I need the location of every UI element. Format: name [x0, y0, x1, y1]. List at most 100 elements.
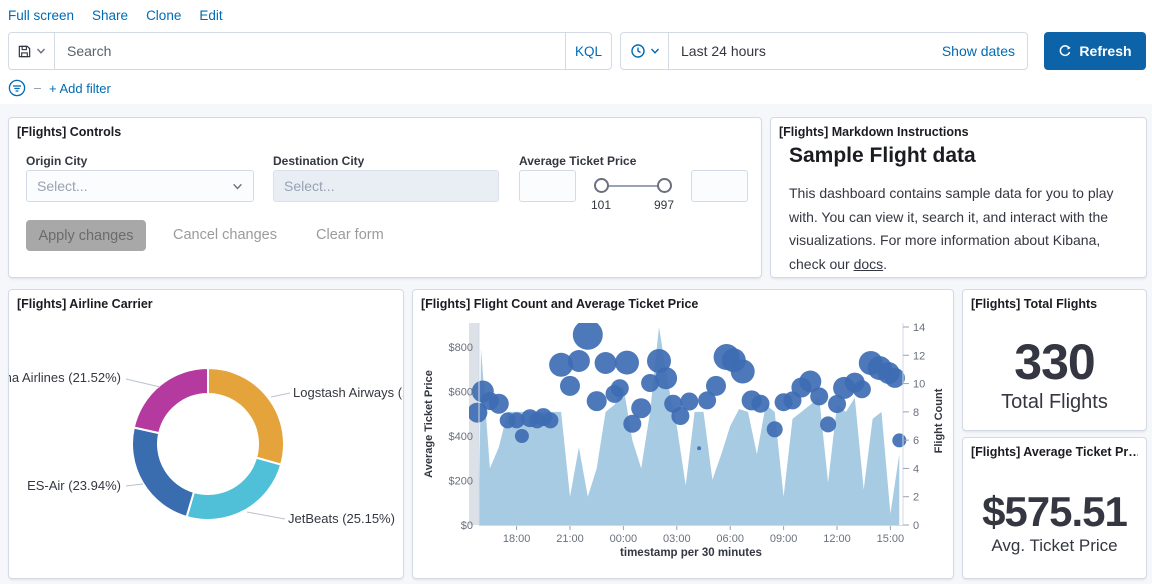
show-dates-button[interactable]: Show dates: [942, 43, 1027, 59]
price-bubble[interactable]: [587, 391, 607, 411]
time-picker: Last 24 hours Show dates: [620, 32, 1028, 70]
destination-city-select[interactable]: Select...: [273, 170, 499, 202]
y-left-tick-label: $800: [449, 342, 473, 354]
y-right-tick-label: 6: [913, 435, 919, 447]
destination-city-label: Destination City: [273, 154, 364, 168]
markdown-body: This dashboard contains sample data for …: [789, 182, 1137, 276]
price-bubble[interactable]: [595, 352, 617, 374]
price-bubble[interactable]: [611, 379, 629, 397]
x-tick-label: 03:00: [663, 533, 691, 545]
markdown-text: This dashboard contains sample data for …: [789, 185, 1114, 272]
price-bubble[interactable]: [767, 421, 783, 437]
price-max-value: 997: [644, 198, 684, 212]
refresh-button[interactable]: Refresh: [1044, 32, 1146, 70]
chevron-down-icon: [650, 46, 660, 56]
panel-title: [Flights] Average Ticket Pr…: [971, 444, 1138, 460]
quick-time-menu-button[interactable]: [621, 33, 669, 69]
avg-ticket-price-metric: $575.51 Avg. Ticket Price: [963, 468, 1146, 578]
price-bubble[interactable]: [655, 367, 677, 389]
donut-slice-label: Logstash Airways (29.39%): [293, 385, 404, 400]
filter-options-icon[interactable]: [8, 79, 26, 97]
price-bubble[interactable]: [697, 446, 701, 450]
price-bubble[interactable]: [853, 380, 871, 398]
y-right-tick-label: 4: [913, 463, 919, 475]
apply-changes-button[interactable]: Apply changes: [26, 220, 146, 251]
price-bubble[interactable]: [731, 360, 755, 384]
panel-title: [Flights] Flight Count and Average Ticke…: [421, 296, 945, 312]
price-bubble[interactable]: [752, 395, 770, 413]
y-left-tick-label: $600: [449, 387, 473, 399]
price-max-input[interactable]: [691, 170, 748, 202]
price-bubble[interactable]: [542, 412, 558, 428]
save-icon: [17, 44, 32, 59]
clone-link[interactable]: Clone: [146, 8, 181, 23]
price-bubble[interactable]: [568, 350, 590, 372]
search-input[interactable]: [55, 33, 565, 69]
donut-slice-ES-Air[interactable]: [132, 428, 194, 517]
price-range-slider-handle-max[interactable]: [657, 178, 672, 193]
filter-separator: [34, 88, 41, 89]
saved-query-menu-button[interactable]: [9, 33, 55, 69]
donut-slice-JetBeats[interactable]: [187, 458, 282, 520]
airline-carrier-donut-chart[interactable]: Logstash Airways (29.39%)JetBeats (25.15…: [9, 290, 404, 579]
price-bubble[interactable]: [631, 398, 651, 418]
query-bar: KQL Last 24 hours Show dates Refresh: [8, 32, 1146, 70]
panel-title: [Flights] Controls: [17, 124, 753, 140]
price-min-input[interactable]: [519, 170, 576, 202]
price-min-value: 101: [581, 198, 621, 212]
y-right-tick-label: 2: [913, 492, 919, 504]
clear-form-button[interactable]: Clear form: [316, 227, 384, 243]
y-right-axis-title: Flight Count: [933, 388, 945, 453]
x-tick-label: 21:00: [556, 533, 584, 545]
x-tick-label: 06:00: [716, 533, 744, 545]
y-left-tick-label: $200: [449, 476, 473, 488]
x-axis-title: timestamp per 30 minutes: [620, 547, 762, 559]
y-left-tick-label: $0: [461, 520, 473, 532]
markdown-text-end: .: [883, 256, 887, 272]
donut-slice-label: ES-Air (23.94%): [27, 478, 121, 493]
panel-average-ticket-price: [Flights] Average Ticket Pr… $575.51 Avg…: [962, 437, 1147, 579]
total-flights-value: 330: [1014, 336, 1094, 389]
docs-link[interactable]: docs: [854, 256, 884, 272]
flight-count-price-chart[interactable]: $0$200$400$600$8000246810121418:0021:000…: [413, 290, 954, 579]
filter-bar: + Add filter: [8, 79, 111, 97]
origin-city-label: Origin City: [26, 154, 87, 168]
search-box: KQL: [8, 32, 612, 70]
time-range-value[interactable]: Last 24 hours: [669, 43, 942, 59]
dashboard-top-nav: Full screen Share Clone Edit: [8, 8, 223, 23]
donut-label-leader-line: [271, 393, 290, 397]
destination-city-placeholder: Select...: [284, 178, 335, 194]
add-filter-button[interactable]: + Add filter: [49, 81, 111, 96]
edit-link[interactable]: Edit: [199, 8, 222, 23]
price-bubble[interactable]: [515, 429, 529, 443]
donut-slice-Kibana Airlines[interactable]: [134, 368, 208, 433]
price-bubble[interactable]: [706, 376, 726, 396]
share-link[interactable]: Share: [92, 8, 128, 23]
price-bubble[interactable]: [560, 376, 580, 396]
x-tick-label: 12:00: [823, 533, 851, 545]
x-tick-label: 15:00: [877, 533, 905, 545]
panel-flights-controls: [Flights] Controls Origin City Select...…: [8, 117, 762, 278]
price-range-slider-track: [601, 185, 664, 187]
total-flights-label: Total Flights: [1001, 391, 1108, 414]
refresh-icon: [1058, 44, 1072, 58]
price-bubble[interactable]: [680, 393, 698, 411]
price-bubble[interactable]: [615, 351, 639, 375]
kibana-dashboard-app: Full screen Share Clone Edit KQL: [0, 0, 1152, 584]
origin-city-select[interactable]: Select...: [26, 170, 254, 202]
price-bubble[interactable]: [820, 416, 836, 432]
average-ticket-price-label: Average Ticket Price: [519, 154, 636, 168]
price-bubble[interactable]: [810, 387, 828, 405]
kql-language-button[interactable]: KQL: [565, 33, 611, 69]
full-screen-link[interactable]: Full screen: [8, 8, 74, 23]
price-bubble[interactable]: [573, 320, 603, 350]
clock-icon: [630, 43, 646, 59]
cancel-changes-button[interactable]: Cancel changes: [173, 227, 277, 243]
y-right-tick-label: 0: [913, 520, 919, 532]
price-bubble[interactable]: [489, 394, 509, 414]
price-range-slider-handle-min[interactable]: [594, 178, 609, 193]
panel-title: [Flights] Airline Carrier: [17, 296, 395, 312]
y-left-axis-title: Average Ticket Price: [423, 370, 435, 478]
donut-slice-Logstash Airways[interactable]: [208, 368, 284, 465]
price-bubble[interactable]: [885, 368, 905, 388]
